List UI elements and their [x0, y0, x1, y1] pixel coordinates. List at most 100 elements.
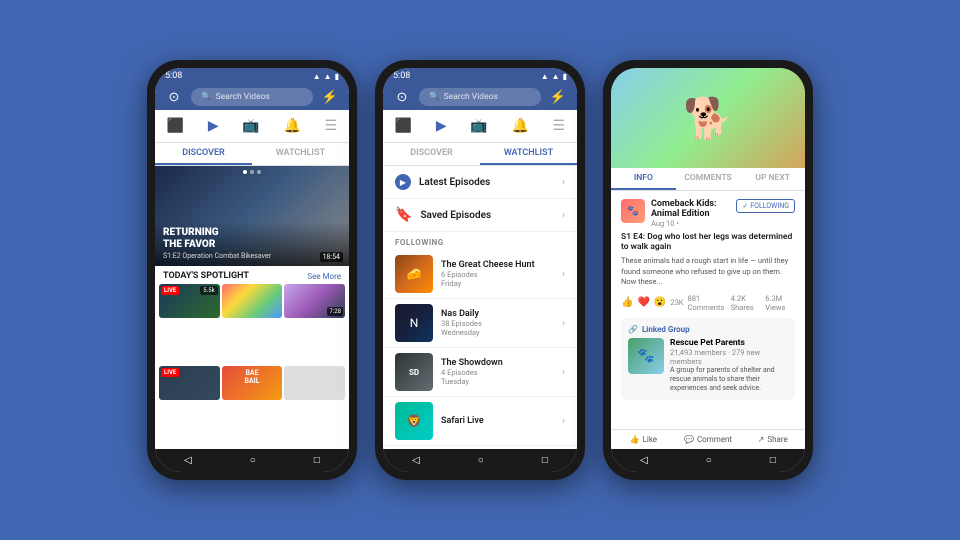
- video-thumb-6[interactable]: [284, 366, 345, 400]
- reactions-row: 👍 ❤️ 😮 23K 881 Comments 4.2K Shares 6.3M…: [621, 294, 795, 312]
- nav2-play-icon[interactable]: ▶: [428, 116, 455, 136]
- recent-btn-3[interactable]: □: [770, 455, 776, 466]
- show-avatar: 🐾: [621, 199, 645, 223]
- show-thumb-showdown: SD: [395, 353, 433, 391]
- search-input-1[interactable]: 🔍 Search Videos: [191, 88, 313, 106]
- home-btn-3[interactable]: ○: [706, 455, 712, 466]
- latest-episodes-item[interactable]: ▶ Latest Episodes ›: [383, 166, 577, 199]
- home-btn-2[interactable]: ○: [478, 455, 484, 466]
- nav-icons-2: ⬛ ▶ 📺 🔔 ☰: [383, 110, 577, 143]
- video-thumb-1[interactable]: LIVE 5.5k: [159, 284, 220, 318]
- phone-3: 🐕 INFO COMMENTS UP NEXT 🐾 Comeback Ki: [603, 60, 813, 480]
- video-thumb-4[interactable]: LIVE 📺: [159, 366, 220, 400]
- tab-discover-1[interactable]: DISCOVER: [155, 143, 252, 165]
- nav-icons-1: ⬛ ▶ 📺 🔔 ☰: [155, 110, 349, 143]
- hero-image-1[interactable]: RETURNING THE FAVOR S1:E2 Operation Comb…: [155, 166, 349, 266]
- camera-icon-2[interactable]: ⊙: [391, 90, 413, 105]
- signal-icon: ▲: [313, 72, 321, 81]
- like-icon: 👍: [630, 435, 640, 444]
- share-icon: ↗: [758, 435, 765, 444]
- show-detail: 🐾 Comeback Kids: Animal Edition Aug 10 •…: [611, 191, 805, 429]
- show-meta-nas: 38 Episodes Wednesday: [441, 319, 554, 337]
- group-thumb[interactable]: 🐾: [628, 338, 664, 374]
- tab-watchlist-1[interactable]: WATCHLIST: [252, 143, 349, 165]
- phone-2-screen: 5:08 ▲ ▲ ▮ ⊙ 🔍 Search Videos ⚡ ⬛ ▶: [383, 68, 577, 472]
- nav2-tv-icon[interactable]: 📺: [462, 116, 495, 136]
- phone-1-screen: 5:08 ▲ ▲ ▮ ⊙ 🔍 Search Videos ⚡ ⬛ ▶: [155, 68, 349, 472]
- video-thumb-3[interactable]: 7:28: [284, 284, 345, 318]
- status-bar-1: 5:08 ▲ ▲ ▮: [155, 68, 349, 84]
- info-tabs: INFO COMMENTS UP NEXT: [611, 168, 805, 191]
- show-detail-name: Comeback Kids: Animal Edition: [651, 199, 730, 219]
- link-icon: 🔗: [628, 325, 638, 334]
- status-time-2: 5:08: [393, 71, 410, 81]
- like-react-icon: 👍: [621, 297, 633, 308]
- following-label: FOLLOWING: [383, 232, 577, 250]
- nav-tv-icon[interactable]: 📺: [234, 116, 267, 136]
- search-input-2[interactable]: 🔍 Search Videos: [419, 88, 541, 106]
- nav-camera-icon[interactable]: ⬛: [159, 116, 192, 136]
- home-bar-1: ◁ ○ □: [155, 449, 349, 472]
- comment-btn[interactable]: 💬 Comment: [676, 430, 741, 449]
- nav-bell-icon[interactable]: 🔔: [275, 116, 308, 136]
- nav2-list-icon[interactable]: ☰: [545, 116, 574, 136]
- tab-watchlist-2[interactable]: WATCHLIST: [480, 143, 577, 165]
- search-bar-2: ⊙ 🔍 Search Videos ⚡: [383, 84, 577, 110]
- chevron-cheese: ›: [562, 269, 565, 280]
- following-btn[interactable]: ✓ FOLLOWING: [736, 199, 795, 213]
- nav2-bell-icon[interactable]: 🔔: [503, 116, 536, 136]
- bookmark-icon: 🔖: [395, 207, 412, 223]
- home-btn-1[interactable]: ○: [250, 455, 256, 466]
- chevron-safari: ›: [562, 416, 565, 427]
- nav2-camera-icon[interactable]: ⬛: [387, 116, 420, 136]
- back-btn-1[interactable]: ◁: [184, 455, 192, 466]
- saved-episodes-item[interactable]: 🔖 Saved Episodes ›: [383, 199, 577, 232]
- back-btn-3[interactable]: ◁: [640, 455, 648, 466]
- recent-btn-1[interactable]: □: [314, 455, 320, 466]
- messenger-icon-2[interactable]: ⚡: [547, 90, 569, 105]
- recent-btn-2[interactable]: □: [542, 455, 548, 466]
- tab-upnext[interactable]: UP NEXT: [740, 168, 805, 190]
- linked-group-label: 🔗 Linked Group: [628, 325, 788, 334]
- search-placeholder-1: Search Videos: [216, 92, 270, 102]
- phone-3-screen: 🐕 INFO COMMENTS UP NEXT 🐾 Comeback Ki: [611, 68, 805, 472]
- phone-1: 5:08 ▲ ▲ ▮ ⊙ 🔍 Search Videos ⚡ ⬛ ▶: [147, 60, 357, 480]
- show-item-cheese[interactable]: 🧀 The Great Cheese Hunt 6 Episodes Frida…: [383, 250, 577, 299]
- heart-react-icon: ❤️: [637, 297, 649, 308]
- chevron-showdown: ›: [562, 367, 565, 378]
- search-icon-2: 🔍: [429, 92, 440, 102]
- comment-icon: 💬: [684, 435, 694, 444]
- show-thumb-nas: N: [395, 304, 433, 342]
- back-btn-2[interactable]: ◁: [412, 455, 420, 466]
- tab-discover-2[interactable]: DISCOVER: [383, 143, 480, 165]
- show-item-nas[interactable]: N Nas Daily 38 Episodes Wednesday ›: [383, 299, 577, 348]
- camera-icon-1[interactable]: ⊙: [163, 90, 185, 105]
- views-count: 6.3M Views: [765, 294, 795, 312]
- show-item-safari[interactable]: 🦁 Safari Live ›: [383, 397, 577, 446]
- show-item-showdown[interactable]: SD The Showdown 4 Episodes Tuesday ›: [383, 348, 577, 397]
- viewers-badge-1: 5.5k: [200, 286, 217, 295]
- group-desc: A group for parents of shelter and rescu…: [670, 366, 788, 393]
- like-btn[interactable]: 👍 Like: [611, 430, 676, 449]
- status-bar-2: 5:08 ▲ ▲ ▮: [383, 68, 577, 84]
- comments-count: 881 Comments: [688, 294, 727, 312]
- share-btn[interactable]: ↗ Share: [740, 430, 805, 449]
- tab-info[interactable]: INFO: [611, 168, 676, 190]
- tabs-2: DISCOVER WATCHLIST: [383, 143, 577, 166]
- see-more-btn[interactable]: See More: [307, 272, 341, 281]
- nav-play-icon[interactable]: ▶: [200, 116, 227, 136]
- live-badge-2: LIVE: [161, 368, 179, 377]
- signal-icon-2: ▲: [541, 72, 549, 81]
- nav-list-icon[interactable]: ☰: [317, 116, 346, 136]
- hero-subtitle: S1:E2 Operation Combat Bikesaver: [163, 252, 341, 260]
- tab-comments[interactable]: COMMENTS: [676, 168, 741, 190]
- episode-title: S1 E4: Dog who lost her legs was determi…: [621, 232, 795, 252]
- chevron-nas: ›: [562, 318, 565, 329]
- messenger-icon-1[interactable]: ⚡: [319, 90, 341, 105]
- video-thumb-2[interactable]: [222, 284, 283, 318]
- action-bar: 👍 Like 💬 Comment ↗ Share: [611, 429, 805, 449]
- status-icons-2: ▲ ▲ ▮: [541, 72, 567, 81]
- video-thumb-5[interactable]: BAEBAIL: [222, 366, 283, 400]
- spotlight-label: TODAY'S SPOTLIGHT: [163, 271, 249, 281]
- reactions-count: 23K: [670, 298, 683, 307]
